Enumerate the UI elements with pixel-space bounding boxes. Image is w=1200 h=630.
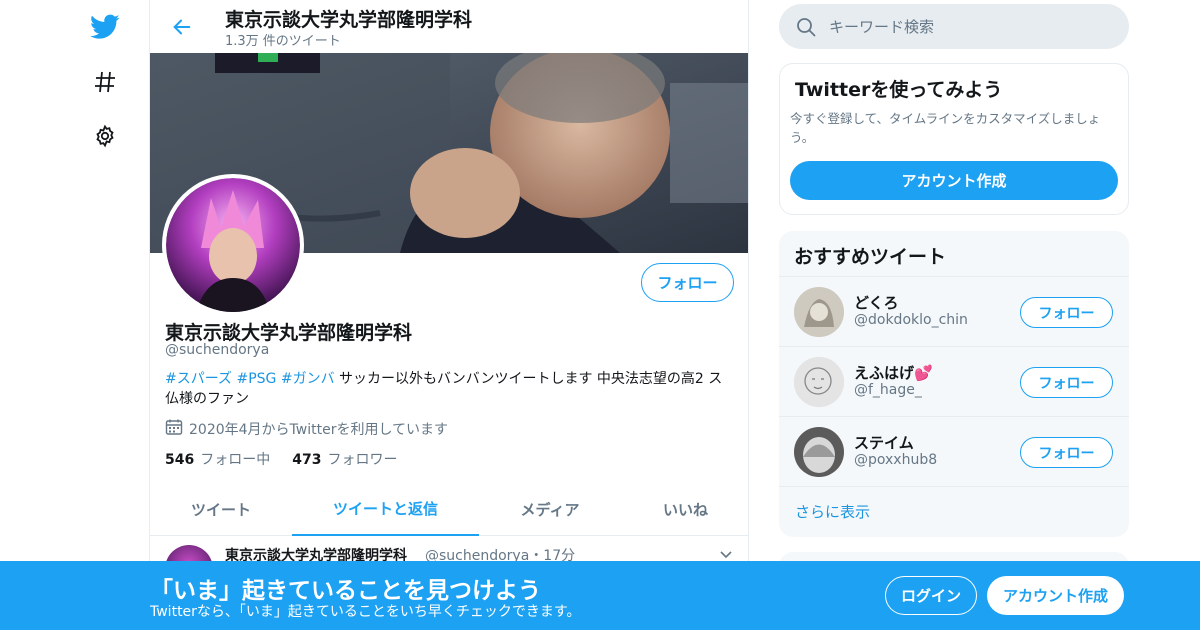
account-name[interactable]: ステイム (854, 432, 914, 453)
hashtag-link[interactable]: #ガンバ (281, 371, 335, 387)
account-handle: @poxxhub8 (854, 452, 938, 468)
gear-icon[interactable] (85, 116, 125, 156)
profile-header-bar: 東京示談大学丸学部隆明学科 1.3万 件のツイート (150, 0, 748, 53)
signup-card: Twitterを使ってみよう 今すぐ登録して、タイムラインをカスタマイズしましょ… (779, 63, 1129, 215)
follow-button[interactable]: フォロー (1020, 297, 1113, 328)
joined-text: 2020年4月からTwitterを利用しています (189, 422, 449, 438)
account-handle: @dokdoklo_chin (854, 312, 968, 328)
account-handle: @f_hage_ (854, 382, 922, 398)
search-input[interactable] (829, 17, 1109, 36)
follow-button[interactable]: フォロー (1020, 437, 1113, 468)
following-link[interactable]: 546 フォロー中 (165, 449, 270, 469)
followers-count: 473 (292, 452, 322, 468)
left-nav (0, 0, 150, 630)
account-name[interactable]: えふはげ💕 (854, 362, 933, 383)
back-arrow-icon[interactable] (165, 10, 199, 44)
recommended-accounts-card: おすすめツイート どくろ @dokdoklo_chin フォロー えふはげ💕 @… (779, 231, 1129, 537)
profile-name: 東京示談大学丸学部隆明学科 (165, 322, 413, 344)
tab-media[interactable]: メディア (479, 483, 621, 536)
account-name[interactable]: どくろ (854, 292, 899, 313)
hashtag-icon[interactable] (85, 62, 125, 102)
show-more-link[interactable]: さらに表示 (795, 501, 870, 522)
signup-prompt-bar: 「いま」起きていることを見つけよう Twitterなら、「いま」起きていることを… (0, 561, 1200, 630)
tab-tweets[interactable]: ツイート (150, 483, 292, 536)
tweet-count: 1.3万 件のツイート (225, 34, 341, 49)
prompt-title: 「いま」起きていることを見つけよう (150, 578, 541, 604)
header-title: 東京示談大学丸学部隆明学科 (225, 9, 473, 31)
hashtag-link[interactable]: #スパーズ (165, 371, 232, 387)
search-bar[interactable] (779, 4, 1129, 49)
followers-label: フォロワー (327, 452, 398, 468)
following-label: フォロー中 (200, 452, 271, 468)
hashtag-link[interactable]: #PSG (236, 371, 276, 387)
profile-column: 東京示談大学丸学部隆明学科 1.3万 件のツイート フォロー 東京示談大学丸学部… (149, 0, 749, 630)
profile-handle: @suchendorya (165, 342, 270, 358)
following-count: 546 (165, 452, 195, 468)
tab-likes[interactable]: いいね (621, 483, 748, 536)
twitter-logo-icon[interactable] (85, 7, 125, 47)
profile-bio: #スパーズ #PSG #ガンバ サッカー以外もバンバンツイートします 中央法志望… (165, 369, 735, 409)
list-item[interactable]: えふはげ💕 @f_hage_ フォロー (779, 346, 1129, 416)
follow-button[interactable]: フォロー (1020, 367, 1113, 398)
divider (779, 486, 1129, 487)
create-account-button[interactable]: アカウント作成 (987, 576, 1124, 615)
login-button[interactable]: ログイン (885, 576, 977, 615)
tab-tweets-and-replies[interactable]: ツイートと返信 (292, 483, 479, 536)
profile-avatar[interactable] (162, 174, 304, 316)
search-icon (795, 16, 817, 38)
signup-card-title: Twitterを使ってみよう (795, 79, 1003, 101)
avatar[interactable] (794, 427, 844, 477)
joined-date: 2020年4月からTwitterを利用しています (165, 418, 448, 440)
create-account-button[interactable]: アカウント作成 (790, 161, 1118, 200)
avatar[interactable] (794, 357, 844, 407)
list-item[interactable]: どくろ @dokdoklo_chin フォロー (779, 276, 1129, 346)
follow-button[interactable]: フォロー (641, 263, 734, 302)
twitter-profile-page: 東京示談大学丸学部隆明学科 1.3万 件のツイート フォロー 東京示談大学丸学部… (0, 0, 1200, 630)
list-item[interactable]: ステイム @poxxhub8 フォロー (779, 416, 1129, 486)
prompt-subtitle: Twitterなら、「いま」起きていることをいち早くチェックできます。 (150, 604, 581, 620)
profile-tabs: ツイート ツイートと返信 メディア いいね (150, 483, 748, 536)
recommended-title: おすすめツイート (794, 246, 947, 268)
signup-card-description: 今すぐ登録して、タイムラインをカスタマイズしましょう。 (790, 111, 1101, 145)
follow-counts: 546 フォロー中 473 フォロワー (165, 449, 397, 469)
calendar-icon (165, 418, 183, 440)
avatar[interactable] (794, 287, 844, 337)
followers-link[interactable]: 473 フォロワー (292, 449, 397, 469)
